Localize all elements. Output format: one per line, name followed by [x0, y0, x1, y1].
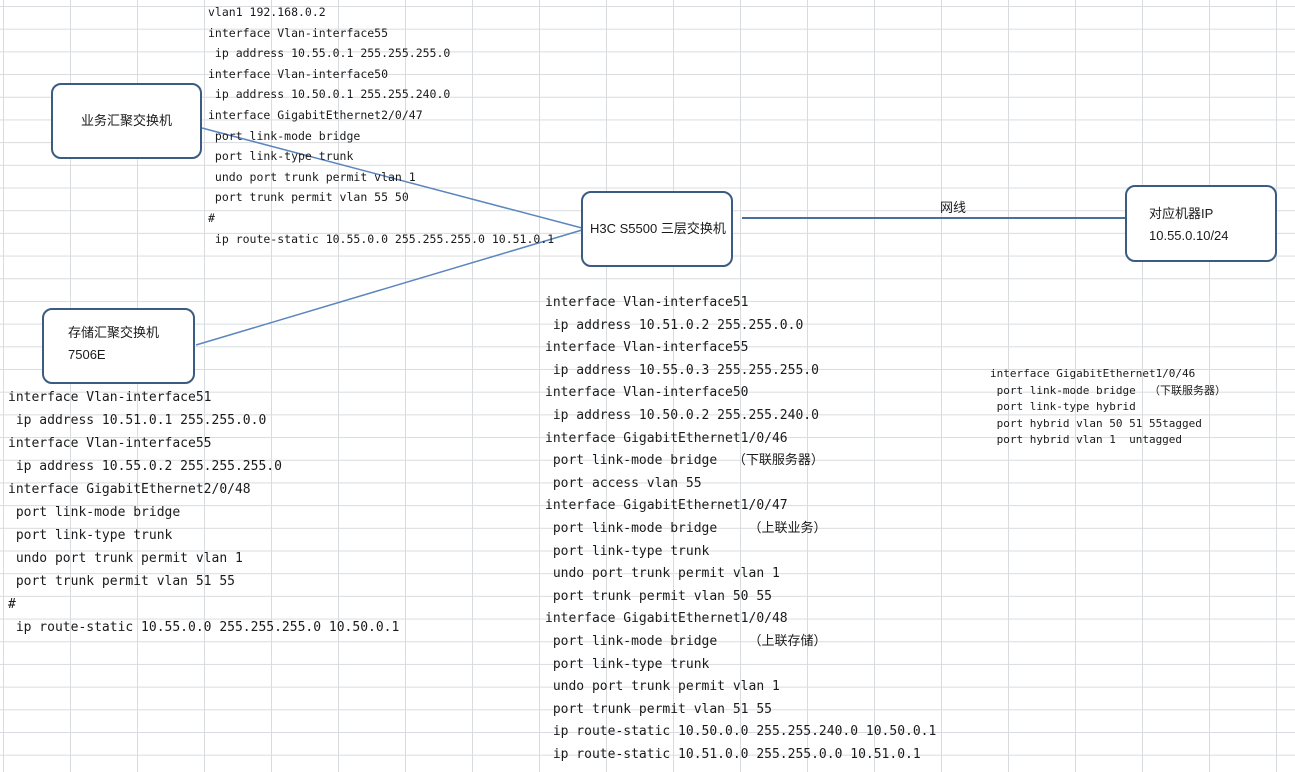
config-line: interface GigabitEthernet2/0/47 — [208, 107, 423, 122]
config-line: port link-mode bridge — [208, 128, 361, 143]
config-line: # — [8, 597, 16, 612]
config-line: # — [208, 210, 215, 225]
storage-switch-config: interface Vlan-interface51 ip address 10… — [8, 386, 399, 639]
config-line: ip address 10.55.0.1 255.255.255.0 — [208, 46, 451, 61]
config-line: interface Vlan-interface51 — [545, 295, 749, 310]
config-line: ip address 10.55.0.2 255.255.255.0 — [8, 459, 282, 474]
config-line: port link-mode bridge — [8, 505, 181, 520]
core-l3-switch-node[interactable]: H3C S5500 三层交换机 — [581, 191, 733, 267]
config-line: port link-mode bridge （上联业务） — [545, 520, 827, 536]
config-line: interface GigabitEthernet1/0/46 — [545, 430, 788, 446]
business-aggregation-switch-node[interactable]: 业务汇聚交换机 — [51, 83, 202, 159]
config-line: vlan1 192.168.0.2 — [208, 5, 326, 19]
config-line: interface Vlan-interface50 — [545, 385, 749, 401]
config-line: ip address 10.51.0.1 255.255.0.0 — [8, 413, 267, 428]
core-switch-config: interface Vlan-interface51 ip address 10… — [545, 292, 936, 766]
node-label-line2: 7506E — [68, 347, 106, 362]
config-line: ip route-static 10.51.0.0 255.255.0.0 10… — [545, 746, 921, 762]
config-line: undo port trunk permit vlan 1 — [8, 551, 243, 566]
config-line: port access vlan 55 — [545, 475, 702, 491]
config-line: interface Vlan-interface51 — [8, 390, 212, 405]
business-switch-config: vlan1 192.168.0.2 interface Vlan-interfac… — [208, 2, 554, 249]
config-line: undo port trunk permit vlan 1 — [545, 679, 780, 695]
hybrid-port-config: interface GigabitEthernet1/0/46 port lin… — [990, 366, 1226, 449]
config-line: interface GigabitEthernet1/0/48 — [545, 611, 788, 627]
config-line: port hybrid vlan 50 51 55tagged — [990, 416, 1202, 430]
config-line: port link-type trunk — [8, 528, 173, 543]
config-line: interface Vlan-interface55 — [208, 25, 389, 40]
config-line: undo port trunk permit vlan 1 — [545, 566, 780, 582]
config-line: ip address 10.51.0.2 255.255.0.0 — [545, 317, 804, 333]
config-line: interface GigabitEthernet1/0/46 — [990, 367, 1196, 380]
config-line: interface Vlan-interface55 — [8, 436, 212, 451]
config-line: port trunk permit vlan 55 50 — [208, 190, 409, 205]
config-line: ip route-static 10.50.0.0 255.255.240.0 … — [545, 724, 937, 740]
config-line: ip route-static 10.55.0.0 255.255.255.0 … — [208, 231, 555, 246]
node-label: 业务汇聚交换机 — [81, 113, 173, 128]
config-line: interface Vlan-interface50 — [208, 66, 389, 81]
node-label: H3C S5500 三层交换机 — [590, 221, 726, 236]
config-line: port link-type trunk — [208, 149, 354, 164]
config-line: ip address 10.55.0.3 255.255.255.0 — [545, 362, 819, 378]
config-line: ip address 10.50.0.1 255.255.240.0 — [208, 87, 451, 102]
target-machine-node[interactable]: 对应机器IP 10.55.0.10/24 — [1125, 185, 1277, 262]
config-line: port link-type hybrid — [990, 400, 1136, 413]
config-line: ip route-static 10.55.0.0 255.255.255.0 … — [8, 620, 400, 635]
config-line: port trunk permit vlan 51 55 — [545, 701, 772, 717]
config-line: port link-mode bridge （下联服务器） — [545, 453, 824, 469]
config-line: port trunk permit vlan 50 55 — [545, 588, 772, 604]
network-cable-label: 网线 — [940, 200, 967, 215]
node-label-line1: 存储汇聚交换机 — [68, 325, 160, 340]
config-line: port link-type trunk — [545, 543, 710, 559]
config-line: ip address 10.50.0.2 255.255.240.0 — [545, 407, 819, 423]
node-label-line1: 对应机器IP — [1149, 206, 1214, 221]
config-line: port link-mode bridge （上联存储） — [545, 633, 827, 649]
config-line: interface GigabitEthernet1/0/47 — [545, 498, 788, 514]
config-line: port link-mode bridge （下联服务器） — [990, 383, 1226, 397]
config-line: port link-type trunk — [545, 656, 710, 672]
node-label-line2: 10.55.0.10/24 — [1149, 228, 1229, 243]
storage-aggregation-switch-node[interactable]: 存储汇聚交换机 7506E — [42, 308, 195, 384]
config-line: port hybrid vlan 1 untagged — [990, 433, 1183, 446]
config-line: interface Vlan-interface55 — [545, 340, 749, 356]
config-line: port trunk permit vlan 51 55 — [8, 574, 235, 589]
config-line: undo port trunk permit vlan 1 — [208, 169, 416, 184]
config-line: interface GigabitEthernet2/0/48 — [8, 482, 251, 497]
